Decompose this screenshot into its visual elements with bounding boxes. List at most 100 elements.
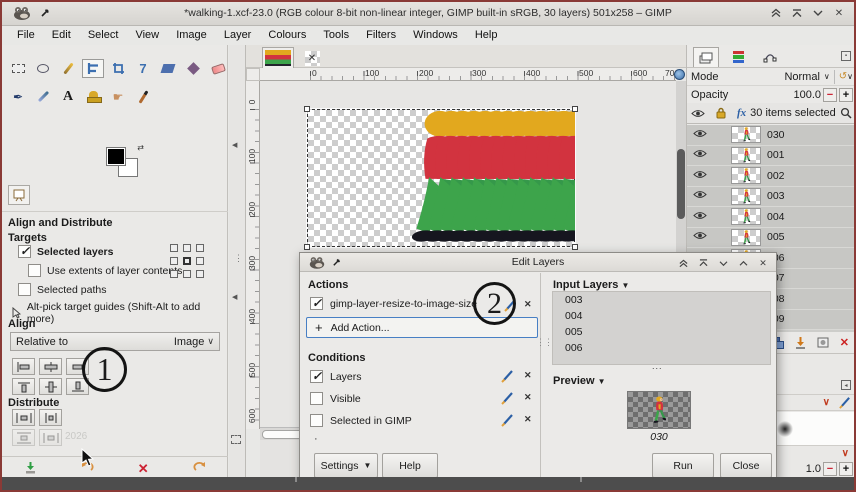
- rectangle-select-icon[interactable]: [7, 59, 29, 78]
- eye-icon[interactable]: [693, 211, 707, 220]
- pane-drag-handle[interactable]: ⋮⋮: [536, 337, 552, 348]
- align-center-v-button[interactable]: [39, 378, 62, 395]
- edit-brush-icon[interactable]: [838, 396, 851, 409]
- opacity-value[interactable]: 100.0: [793, 89, 821, 101]
- menu-tools[interactable]: Tools: [316, 27, 356, 43]
- visibility-header-icon[interactable]: [691, 109, 705, 118]
- opacity-decrease-button[interactable]: −: [823, 88, 837, 102]
- shade-icon[interactable]: [790, 6, 804, 20]
- free-select-icon[interactable]: [32, 59, 54, 78]
- crop-icon[interactable]: [107, 59, 129, 78]
- layer-row[interactable]: 005: [687, 228, 856, 249]
- drag-handle[interactable]: ⋮: [234, 253, 243, 264]
- chevron-down-icon[interactable]: ∨: [824, 72, 830, 81]
- menu-edit[interactable]: Edit: [45, 27, 78, 43]
- selected-layers-checkbox-row[interactable]: Selected layers: [18, 245, 113, 258]
- remove-condition-icon[interactable]: ✕: [524, 392, 532, 403]
- close-icon[interactable]: ✕: [832, 6, 846, 20]
- text-tool-icon[interactable]: A: [57, 87, 79, 106]
- fuzzy-select-icon[interactable]: [57, 59, 79, 78]
- help-button[interactable]: Help: [382, 453, 438, 478]
- chevron-down-icon[interactable]: [716, 256, 730, 270]
- use-extents-checkbox-row[interactable]: Use extents of layer contents: [28, 264, 182, 277]
- tool-options-tab-icon[interactable]: [8, 185, 30, 205]
- swap-colours-icon[interactable]: ⇄: [137, 143, 144, 152]
- selected-layers-checkbox[interactable]: [18, 245, 31, 258]
- search-icon[interactable]: [840, 107, 852, 119]
- opacity-increase-button[interactable]: +: [839, 88, 853, 102]
- selected-paths-checkbox-row[interactable]: Selected paths: [18, 283, 106, 296]
- eye-icon[interactable]: [693, 231, 707, 240]
- align-top-button[interactable]: [12, 378, 35, 395]
- foreground-colour[interactable]: [106, 147, 126, 166]
- align-left-button[interactable]: [12, 358, 35, 375]
- remove-action-icon[interactable]: ✕: [524, 299, 532, 310]
- chevron-down-icon[interactable]: ▼: [598, 377, 606, 386]
- input-layer-item[interactable]: 004: [553, 308, 770, 324]
- collapse-left-icon[interactable]: ◀: [232, 293, 237, 301]
- input-layers-list[interactable]: 003 004 005 006: [552, 291, 771, 365]
- tab-layers-icon[interactable]: [693, 47, 719, 67]
- remove-condition-icon[interactable]: ✕: [524, 414, 532, 425]
- redo-icon[interactable]: [172, 461, 229, 477]
- condition-row[interactable]: Selected in GIMP: [310, 414, 412, 427]
- image-tab-new[interactable]: ✕: [300, 49, 324, 68]
- delete-layer-icon[interactable]: ✕: [840, 336, 849, 349]
- collapse-left-icon[interactable]: ◀: [232, 141, 237, 149]
- navigation-icon[interactable]: [674, 69, 685, 80]
- edit-condition-icon[interactable]: [500, 391, 514, 405]
- smudge-icon[interactable]: ☛: [107, 87, 129, 106]
- save-icon[interactable]: [2, 461, 59, 477]
- eye-icon[interactable]: [693, 190, 707, 199]
- menu-view[interactable]: View: [128, 27, 166, 43]
- condition-row[interactable]: Visible: [310, 392, 361, 405]
- action-row[interactable]: gimp-layer-resize-to-image-size: [310, 297, 477, 310]
- ink-icon[interactable]: ✒: [7, 87, 29, 106]
- input-layer-item[interactable]: 003: [553, 292, 770, 308]
- align-center-h-button[interactable]: [39, 358, 62, 375]
- tab-paths-icon[interactable]: [757, 47, 783, 67]
- menu-file[interactable]: File: [10, 27, 42, 43]
- layer-row[interactable]: 030: [687, 125, 856, 146]
- distribute-left-edges-button[interactable]: [12, 409, 35, 426]
- eye-icon[interactable]: [693, 129, 707, 138]
- chevron-up-icon[interactable]: [736, 256, 750, 270]
- condition-checkbox[interactable]: [310, 392, 323, 405]
- condition-row[interactable]: Layers: [310, 370, 362, 383]
- close-icon[interactable]: ✕: [756, 256, 770, 270]
- align-tool-icon[interactable]: [82, 59, 104, 78]
- paintbrush-icon[interactable]: [132, 87, 154, 106]
- distribute-v-button[interactable]: [12, 429, 35, 446]
- layer-row[interactable]: 001: [687, 146, 856, 167]
- blend-space-icon[interactable]: ↺: [839, 71, 847, 82]
- minimize-icon[interactable]: [811, 6, 825, 20]
- menu-colours[interactable]: Colours: [261, 27, 313, 43]
- use-extents-checkbox[interactable]: [28, 264, 41, 277]
- menu-filters[interactable]: Filters: [359, 27, 403, 43]
- increase-button[interactable]: +: [839, 462, 853, 476]
- action-checkbox[interactable]: [310, 297, 323, 310]
- settings-button[interactable]: Settings▼: [314, 453, 378, 478]
- eye-icon[interactable]: [693, 149, 707, 158]
- chevron-down-icon[interactable]: ∨: [823, 397, 830, 408]
- menu-select[interactable]: Select: [81, 27, 126, 43]
- edit-condition-icon[interactable]: [500, 413, 514, 427]
- roll-up-icon[interactable]: [676, 256, 690, 270]
- merge-down-icon[interactable]: [794, 336, 807, 349]
- v-scroll-thumb[interactable]: [677, 149, 685, 219]
- input-layer-item[interactable]: 006: [553, 340, 770, 356]
- menu-image[interactable]: Image: [169, 27, 214, 43]
- relative-to-combo[interactable]: Relative to Image ∨: [10, 332, 220, 351]
- configure-tab-icon[interactable]: ▪: [841, 51, 851, 61]
- anchor-point-grid[interactable]: [170, 244, 206, 280]
- mode-select[interactable]: Normal: [784, 71, 819, 83]
- distribute-spacing-button[interactable]: [39, 429, 62, 446]
- distribute-centers-h-button[interactable]: [39, 409, 62, 426]
- shear-icon[interactable]: [157, 59, 179, 78]
- close-button[interactable]: Close: [720, 453, 772, 478]
- delete-icon[interactable]: ✕: [115, 461, 172, 477]
- run-button[interactable]: Run: [652, 453, 714, 478]
- title-bar[interactable]: *walking-1.xcf-23.0 (RGB colour 8-bit no…: [2, 2, 854, 26]
- brush-size-value[interactable]: 1.0: [806, 463, 821, 475]
- unified-transform-icon[interactable]: 7: [132, 59, 154, 78]
